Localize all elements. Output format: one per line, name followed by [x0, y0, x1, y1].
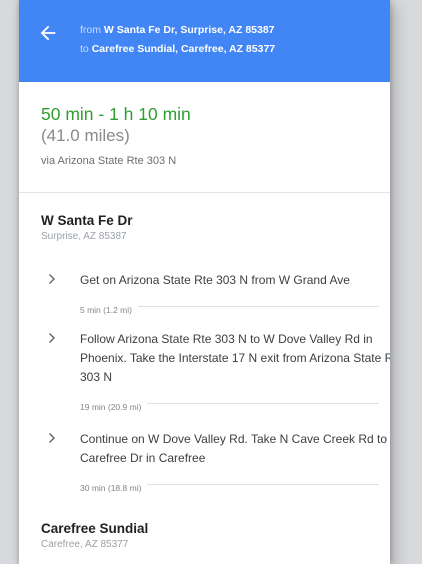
- step-meta-row: 30 min (18.8 mi): [80, 478, 381, 493]
- chevron-right-icon[interactable]: [47, 332, 57, 344]
- to-line: to Carefree Sundial, Carefree, AZ 85377: [80, 40, 275, 59]
- from-address: W Santa Fe Dr, Surprise, AZ 85387: [103, 24, 275, 36]
- step-meta: 5 min (1.2 mi): [80, 305, 138, 315]
- step-instruction: Get on Arizona State Rte 303 N from W Gr…: [80, 273, 350, 287]
- step-meta: 30 min (18.8 mi): [80, 483, 148, 493]
- step-instruction: Follow Arizona State Rte 303 N to W Dove…: [80, 332, 390, 384]
- origin-waypoint: W Santa Fe Dr Surprise, AZ 85387: [41, 213, 133, 242]
- chevron-right-icon[interactable]: [47, 273, 57, 285]
- to-address: Carefree Sundial, Carefree, AZ 85377: [91, 43, 276, 55]
- step-meta: 19 min (20.9 mi): [80, 402, 148, 412]
- destination-locality: Carefree, AZ 85377: [41, 539, 129, 550]
- step-instruction: Continue on W Dove Valley Rd. Take N Cav…: [80, 432, 390, 465]
- to-prefix: to: [80, 43, 89, 55]
- origin-name: W Santa Fe Dr: [41, 213, 133, 228]
- chevron-right-icon[interactable]: [47, 432, 57, 444]
- step-meta-row: 5 min (1.2 mi): [80, 300, 381, 315]
- arrow-left-icon[interactable]: [37, 22, 59, 44]
- route-endpoints: from W Santa Fe Dr, Surprise, AZ 85387 t…: [80, 21, 275, 59]
- trip-duration: 50 min - 1 h 10 min: [41, 104, 191, 124]
- directions-panel: from W Santa Fe Dr, Surprise, AZ 85387 t…: [19, 0, 390, 564]
- from-line: from W Santa Fe Dr, Surprise, AZ 85387: [80, 21, 275, 40]
- destination-waypoint: Carefree Sundial Carefree, AZ 85377: [41, 521, 148, 550]
- trip-distance: (41.0 miles): [41, 126, 130, 145]
- destination-name: Carefree Sundial: [41, 521, 149, 536]
- from-prefix: from: [80, 24, 101, 36]
- directions-header: from W Santa Fe Dr, Surprise, AZ 85387 t…: [19, 0, 390, 82]
- step-meta-row: 19 min (20.9 mi): [80, 397, 381, 412]
- origin-locality: Surprise, AZ 85387: [41, 231, 127, 242]
- route-summary: 50 min - 1 h 10 min (41.0 miles) via Ari…: [19, 82, 390, 193]
- route-via: via Arizona State Rte 303 N: [41, 155, 177, 167]
